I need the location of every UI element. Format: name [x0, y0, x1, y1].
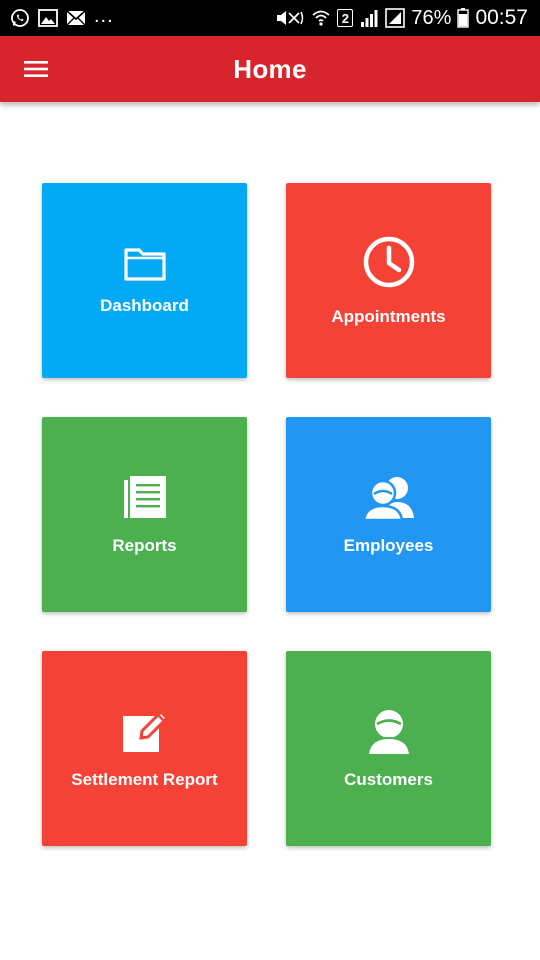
battery-percent: 76% [411, 6, 452, 29]
dashboard-tile[interactable]: Dashboard [42, 183, 247, 378]
reports-tile[interactable]: Reports [42, 417, 247, 612]
folder-icon [123, 246, 167, 282]
employees-tile[interactable]: Employees [286, 417, 491, 612]
edit-icon [121, 708, 169, 754]
customers-tile[interactable]: Customers [286, 651, 491, 846]
customers-label: Customers [344, 769, 433, 789]
status-bar: ... 2 76% 00:57 [0, 0, 540, 36]
more-notifications: ... [94, 4, 114, 27]
status-left: ... [10, 4, 122, 30]
appointments-tile[interactable]: Appointments [286, 183, 491, 378]
app-bar: Home [0, 36, 540, 102]
settlement-report-tile[interactable]: Settlement Report [42, 651, 247, 846]
appointments-label: Appointments [331, 306, 446, 326]
document-icon [121, 474, 169, 522]
hamburger-icon [24, 61, 48, 77]
users-icon [361, 474, 417, 522]
menu-button[interactable] [20, 53, 52, 85]
clock-time: 00:57 [475, 6, 528, 29]
status-right: 2 76% 00:57 [269, 6, 528, 30]
mute-icon [275, 8, 305, 28]
dashboard-label: Dashboard [100, 295, 189, 315]
employees-label: Employees [343, 535, 434, 555]
mail-icon [66, 10, 86, 26]
wifi-icon [311, 8, 331, 28]
settlement-report-label: Settlement Report [71, 769, 218, 789]
reports-label: Reports [112, 535, 177, 555]
battery-icon [457, 8, 470, 28]
image-icon [38, 9, 58, 27]
signal-box-icon [385, 8, 406, 28]
page-title: Home [233, 53, 307, 84]
user-icon [365, 708, 413, 756]
signal-icon [359, 8, 379, 28]
whatsapp-icon [10, 8, 30, 28]
clock-icon [362, 235, 416, 289]
sim-badge: 2 [337, 9, 354, 27]
